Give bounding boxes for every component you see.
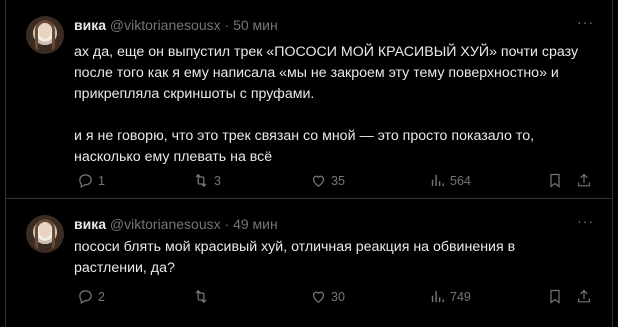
retweet-button[interactable] (192, 288, 214, 305)
views-button[interactable]: 749 (429, 288, 471, 305)
retweet-icon (195, 289, 207, 304)
bookmark-icon (550, 289, 560, 304)
tweet-paragraph: и я не говорю, что это трек связан со мн… (74, 128, 535, 165)
like-icon (312, 175, 325, 187)
avatar-face (39, 23, 51, 39)
tweet-actions: 2 30 749 (74, 288, 590, 308)
more-options-button[interactable]: ··· (577, 14, 594, 30)
tweet-text: ах да, еще он выпустил трек «ПОСОСИ МОЙ … (74, 42, 592, 168)
like-icon (312, 291, 325, 303)
author-name[interactable]: вика (74, 17, 106, 33)
tweet-time[interactable]: 50 мин (233, 17, 278, 33)
retweet-button[interactable]: 3 (192, 172, 221, 189)
timeline: вика @viktorianesousx · 50 мин ··· ах да… (5, 0, 613, 327)
like-button[interactable]: 30 (310, 288, 345, 305)
tweet-paragraph: пососи блять мой красивый хуй, отличная … (74, 239, 516, 276)
reply-icon (79, 290, 92, 305)
bookmark-button[interactable] (547, 172, 563, 189)
like-button[interactable]: 35 (310, 172, 345, 189)
tweet-time[interactable]: 49 мин (233, 216, 278, 232)
views-count: 749 (450, 289, 471, 304)
tweet-actions: 1 3 35 564 (74, 172, 590, 192)
author-name[interactable]: вика (74, 216, 106, 232)
retweet-icon (195, 173, 207, 188)
tweet-header: вика @viktorianesousx · 50 мин (74, 16, 278, 34)
views-icon (431, 290, 444, 303)
reply-count: 1 (98, 173, 105, 188)
reply-button[interactable]: 2 (77, 288, 105, 305)
share-icon (578, 173, 590, 187)
tweet[interactable]: вика @viktorianesousx · 50 мин ··· ах да… (6, 0, 612, 199)
share-icon (578, 289, 590, 303)
avatar[interactable] (26, 215, 64, 253)
share-button[interactable] (576, 172, 592, 189)
separator-dot: · (224, 216, 230, 232)
bookmark-button[interactable] (547, 288, 563, 305)
author-handle[interactable]: @viktorianesousx (110, 17, 221, 33)
views-count: 564 (450, 173, 471, 188)
reply-count: 2 (98, 289, 105, 304)
like-count: 35 (331, 173, 345, 188)
avatar-face (39, 222, 51, 238)
author-handle[interactable]: @viktorianesousx (110, 216, 221, 232)
tweet[interactable]: вика @viktorianesousx · 49 мин ··· посос… (6, 199, 612, 327)
like-count: 30 (331, 289, 345, 304)
views-button[interactable]: 564 (429, 172, 471, 189)
tweet-header: вика @viktorianesousx · 49 мин (74, 215, 278, 233)
avatar[interactable] (26, 16, 64, 54)
reply-button[interactable]: 1 (77, 172, 105, 189)
bookmark-icon (550, 173, 560, 188)
separator-dot: · (224, 17, 230, 33)
reply-icon (79, 174, 92, 189)
retweet-count: 3 (214, 173, 221, 188)
share-button[interactable] (576, 288, 592, 305)
tweet-paragraph: ах да, еще он выпустил трек «ПОСОСИ МОЙ … (74, 44, 579, 102)
views-icon (431, 174, 444, 187)
more-options-button[interactable]: ··· (577, 213, 594, 229)
tweet-text: пососи блять мой красивый хуй, отличная … (74, 237, 592, 279)
